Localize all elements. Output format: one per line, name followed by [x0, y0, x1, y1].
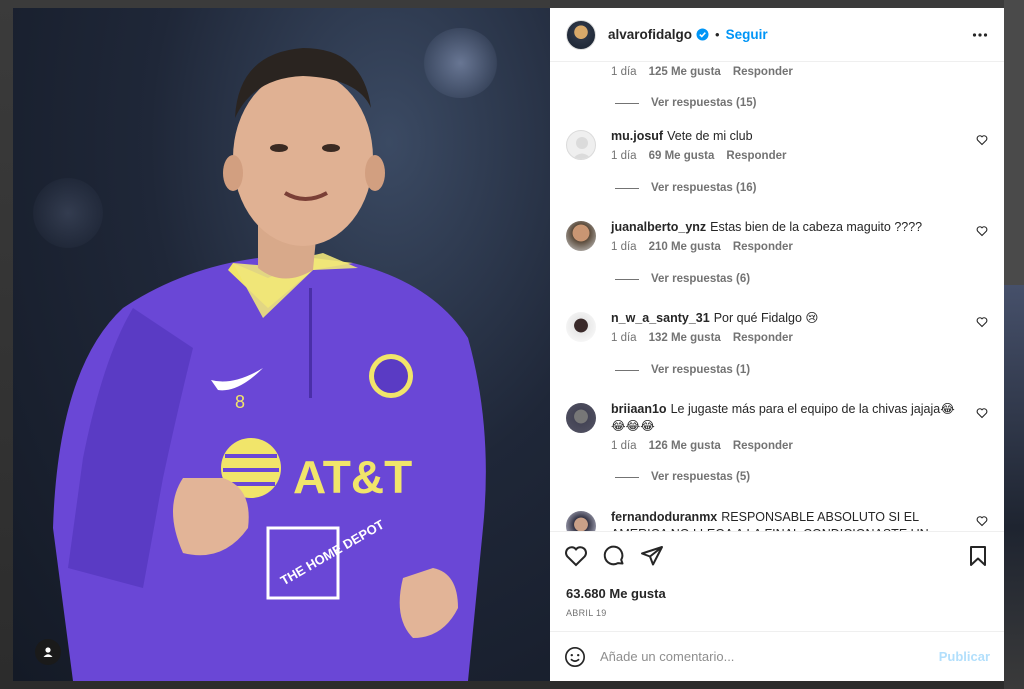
comment-time: 1 día — [611, 440, 637, 452]
more-options-icon[interactable] — [972, 27, 988, 48]
view-replies[interactable]: Ver respuestas (16) — [615, 182, 756, 194]
comment-likes[interactable]: 210 Me gusta — [649, 241, 721, 253]
comment-item: fernandoduranmx RESPONSABLE ABSOLUTO SI E… — [566, 509, 988, 531]
view-replies[interactable]: Ver respuestas (5) — [615, 471, 750, 483]
user-tag-icon[interactable] — [35, 639, 61, 665]
post-image: 8 AT&T THE HOME DEPOT — [13, 8, 550, 681]
comment-time: 1 día — [611, 66, 637, 78]
comment-username[interactable]: briiaan1o — [611, 402, 667, 416]
heart-icon[interactable] — [976, 315, 988, 333]
comment-input[interactable] — [600, 649, 939, 664]
comment-meta: 1 día 125 Me gusta Responder — [611, 66, 805, 78]
avatar[interactable] — [566, 511, 596, 531]
comment-meta: 1 día 210 Me gusta Responder — [611, 241, 805, 253]
add-comment-bar: Publicar — [550, 631, 1004, 681]
comment-likes[interactable]: 69 Me gusta — [649, 150, 715, 162]
separator-dot: • — [715, 27, 720, 42]
comments-list[interactable]: 1 día 125 Me gusta Responder Ver respues… — [550, 62, 1004, 531]
svg-text:AT&T: AT&T — [293, 451, 412, 503]
comment-text: fernandoduranmx RESPONSABLE ABSOLUTO SI E… — [611, 510, 929, 531]
comment-meta: 1 día 69 Me gusta Responder — [611, 150, 798, 162]
comment-username[interactable]: mu.josuf — [611, 129, 663, 143]
comment-text: juanalberto_ynz Estas bien de la cabeza m… — [611, 220, 923, 234]
post-actions: 63.680 Me gusta ABRIL 19 — [550, 531, 1004, 631]
comment-icon[interactable] — [602, 544, 626, 568]
heart-icon[interactable] — [976, 133, 988, 151]
verified-badge-icon — [696, 28, 709, 41]
avatar[interactable] — [566, 221, 596, 251]
post-header: alvarofidalgo • Seguir — [550, 8, 1004, 62]
avatar[interactable] — [566, 403, 596, 433]
reply-button[interactable]: Responder — [733, 66, 793, 78]
comment-meta: 1 día 126 Me gusta Responder — [611, 440, 805, 452]
comment-text: n_w_a_santy_31 Por qué Fidalgo 😢 — [611, 311, 819, 325]
share-icon[interactable] — [640, 544, 664, 568]
background-feed-edge — [1004, 0, 1024, 285]
background-feed-next-post — [1004, 285, 1024, 689]
reply-button[interactable]: Responder — [733, 332, 793, 344]
likes-count[interactable]: 63.680 Me gusta — [566, 586, 666, 601]
comment-username[interactable]: n_w_a_santy_31 — [611, 311, 710, 325]
post-date: ABRIL 19 — [566, 608, 607, 618]
emoji-icon[interactable] — [564, 646, 586, 668]
comment-username[interactable]: fernandoduranmx — [611, 510, 717, 524]
view-replies[interactable]: Ver respuestas (1) — [615, 364, 750, 376]
author-username[interactable]: alvarofidalgo — [608, 27, 692, 42]
follow-button[interactable]: Seguir — [726, 27, 768, 42]
heart-icon[interactable] — [976, 224, 988, 242]
comment-time: 1 día — [611, 150, 637, 162]
comment-text: briiaan1o Le jugaste más para el equipo d… — [611, 402, 955, 433]
svg-text:8: 8 — [235, 392, 245, 412]
heart-icon[interactable] — [976, 406, 988, 424]
bookmark-icon[interactable] — [966, 544, 990, 568]
comment-likes[interactable]: 125 Me gusta — [649, 66, 721, 78]
reply-button[interactable]: Responder — [733, 440, 793, 452]
comment-text: mu.josuf Vete de mi club — [611, 129, 753, 143]
avatar[interactable] — [566, 312, 596, 342]
post-side-panel: alvarofidalgo • Seguir 1 día 125 Me gust… — [550, 8, 1004, 681]
view-replies[interactable]: Ver respuestas (15) — [615, 97, 756, 109]
view-replies[interactable]: Ver respuestas (6) — [615, 273, 750, 285]
comment-time: 1 día — [611, 241, 637, 253]
player-photo: 8 AT&T THE HOME DEPOT — [53, 48, 486, 681]
comment-meta: 1 día 132 Me gusta Responder — [611, 332, 805, 344]
reply-button[interactable]: Responder — [733, 241, 793, 253]
reply-button[interactable]: Responder — [726, 150, 786, 162]
comment-username[interactable]: juanalberto_ynz — [611, 220, 706, 234]
heart-icon[interactable] — [976, 514, 988, 531]
comment-likes[interactable]: 132 Me gusta — [649, 332, 721, 344]
comment-likes[interactable]: 126 Me gusta — [649, 440, 721, 452]
avatar[interactable] — [566, 19, 596, 50]
avatar[interactable] — [566, 130, 596, 160]
comment-time: 1 día — [611, 332, 637, 344]
heart-icon[interactable] — [564, 544, 588, 568]
publish-button[interactable]: Publicar — [939, 649, 990, 664]
